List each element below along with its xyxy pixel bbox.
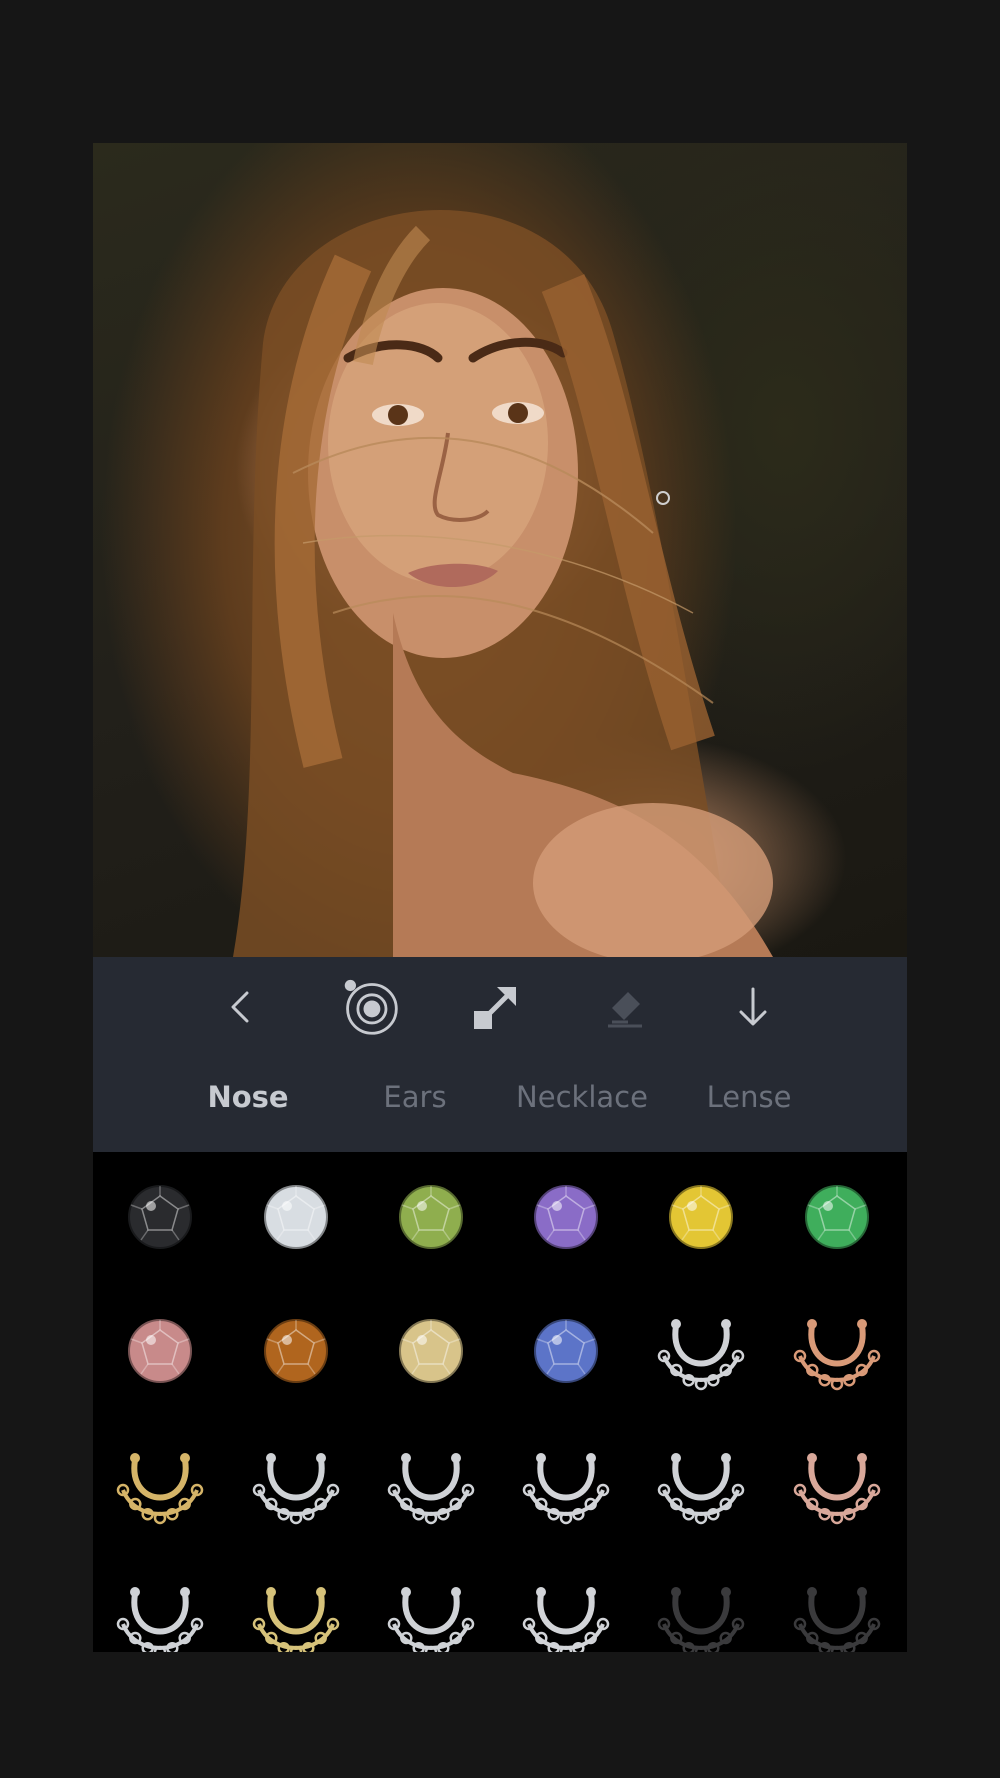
septum-ring-item[interactable] [782,1296,892,1406]
septum-ring-item[interactable] [782,1564,892,1652]
gem-icon [128,1319,192,1383]
eraser-icon [608,992,642,1028]
septum-ring-item[interactable] [376,1430,486,1540]
septum-ring-item[interactable] [782,1430,892,1540]
gem-item[interactable] [646,1162,756,1272]
gem-item[interactable] [511,1296,621,1406]
septum-ring-item[interactable] [241,1564,351,1652]
portrait-illustration [233,210,773,957]
gem-item[interactable] [105,1162,215,1272]
gem-item[interactable] [511,1162,621,1272]
tab-lense[interactable]: Lense [707,1067,792,1127]
gem-icon [399,1185,463,1249]
portrait-photo[interactable] [93,143,907,957]
gem-icon [805,1185,869,1249]
tab-ears[interactable]: Ears [383,1067,446,1127]
gem-item[interactable] [105,1296,215,1406]
septum-ring-item[interactable] [646,1564,756,1652]
gem-icon [399,1319,463,1383]
gem-icon [264,1185,328,1249]
septum-ring-icon [116,1453,204,1525]
septum-ring-icon [252,1587,340,1652]
resize-icon [474,987,516,1029]
gem-item[interactable] [241,1296,351,1406]
septum-ring-item[interactable] [105,1564,215,1652]
septum-ring-icon [793,1587,881,1652]
septum-ring-icon [387,1587,475,1652]
septum-ring-item[interactable] [511,1564,621,1652]
app-screen: Nose Ears Necklace Lense [93,143,907,1652]
gem-icon [128,1185,192,1249]
septum-ring-item[interactable] [105,1430,215,1540]
septum-ring-item[interactable] [646,1296,756,1406]
resize-button[interactable] [466,977,526,1037]
download-button[interactable] [723,977,783,1037]
editor-toolbar: Nose Ears Necklace Lense [93,957,907,1152]
septum-ring-item[interactable] [376,1564,486,1652]
gem-icon [264,1319,328,1383]
gem-icon [669,1185,733,1249]
target-icon [344,979,398,1035]
target-button[interactable] [341,977,401,1037]
septum-ring-icon [116,1587,204,1652]
tab-necklace[interactable]: Necklace [516,1067,648,1127]
gem-icon [534,1185,598,1249]
jewelry-grid [93,1152,907,1652]
septum-ring-icon [522,1453,610,1525]
back-button[interactable] [211,977,271,1037]
septum-ring-icon [252,1453,340,1525]
septum-ring-item[interactable] [241,1430,351,1540]
septum-ring-item[interactable] [646,1430,756,1540]
tab-nose[interactable]: Nose [207,1067,288,1127]
septum-ring-icon [793,1319,881,1391]
septum-ring-icon [387,1453,475,1525]
gem-item[interactable] [782,1162,892,1272]
back-icon [231,991,249,1023]
septum-ring-icon [657,1587,745,1652]
gem-item[interactable] [376,1162,486,1272]
septum-ring-icon [657,1453,745,1525]
septum-ring-item[interactable] [511,1430,621,1540]
septum-ring-icon [522,1587,610,1652]
gem-item[interactable] [241,1162,351,1272]
gem-item[interactable] [376,1296,486,1406]
septum-ring-icon [657,1319,745,1391]
gem-icon [534,1319,598,1383]
septum-ring-icon [793,1453,881,1525]
eraser-button[interactable] [597,977,657,1037]
category-tabs: Nose Ears Necklace Lense [93,1067,907,1127]
download-icon [739,987,767,1026]
